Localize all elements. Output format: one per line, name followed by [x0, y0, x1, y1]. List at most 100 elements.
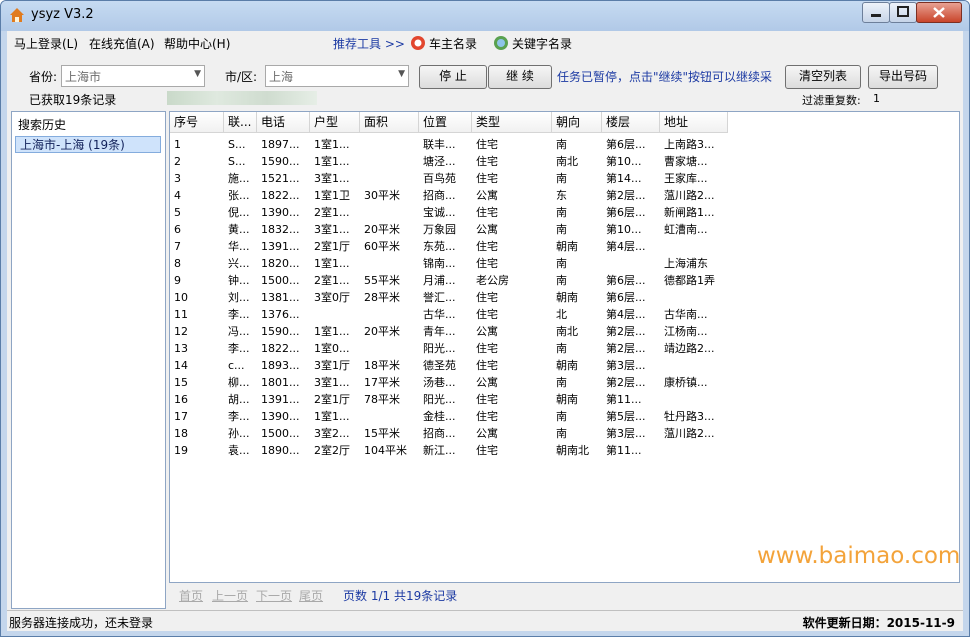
cell-type: 公寓 [476, 427, 498, 440]
cell-type: 公寓 [476, 223, 498, 236]
district-label: 市/区: [225, 70, 258, 84]
header-col-contact[interactable]: 联... [224, 112, 257, 133]
cell-phone: 1801... [261, 376, 300, 389]
cell-type: 老公房 [476, 274, 509, 287]
export-numbers-button[interactable]: 导出号码 [868, 65, 938, 89]
cell-address [660, 442, 728, 459]
menu-login[interactable]: 马上登录(L) [14, 35, 78, 52]
header-col-type[interactable]: 类型 [472, 112, 552, 133]
header-col-index[interactable]: 序号 [170, 112, 224, 133]
continue-button[interactable]: 继 续 [488, 65, 552, 89]
cell-layout: 1室1... [314, 410, 350, 423]
car-owner-directory-link[interactable]: 车主名录 [429, 35, 477, 52]
cell-floor: 第2层... [606, 325, 646, 338]
dedupe-count: 1 [873, 92, 880, 105]
cell-address: 上海浦东 [664, 257, 708, 270]
cell-orientation: 朝南 [556, 291, 578, 304]
connection-status: 服务器连接成功，还未登录 [9, 616, 154, 630]
cell-address: 靖边路2... [664, 342, 715, 355]
province-value: 上海市 [65, 70, 102, 84]
cell-orientation: 东 [556, 189, 567, 202]
cell-location: 塘泾... [423, 155, 456, 168]
title-bar[interactable]: ysyz V3.2 [1, 1, 969, 31]
cell-area: 78平米 [364, 393, 400, 406]
cell-contact: S... [228, 155, 246, 168]
cell-type: 公寓 [476, 376, 498, 389]
cell-phone: 1590... [261, 325, 300, 338]
cell-index: 2 [174, 155, 181, 168]
cell-phone: 1897... [261, 138, 300, 151]
cell-contact: c... [228, 359, 245, 372]
cell-type: 住宅 [476, 444, 498, 457]
cell-orientation: 南北 [556, 325, 578, 338]
cell-layout: 3室2... [314, 427, 350, 440]
cell-index: 14 [174, 359, 188, 372]
header-col-layout[interactable]: 户型 [310, 112, 360, 133]
cell-layout: 1室1... [314, 138, 350, 151]
status-bar: 服务器连接成功，还未登录 软件更新日期：2015-11-9 [7, 610, 963, 631]
district-select[interactable]: 上海 ▼ [265, 65, 409, 87]
menu-recharge[interactable]: 在线充值(A) [89, 35, 155, 52]
first-page-link[interactable]: 首页 [179, 587, 203, 604]
keyword-globe-icon [494, 36, 508, 50]
cell-contact: 胡... [228, 393, 250, 406]
header-col-location[interactable]: 位置 [419, 112, 472, 133]
cell-contact: 柳... [228, 376, 250, 389]
clear-list-button[interactable]: 清空列表 [785, 65, 861, 89]
cell-index: 9 [174, 274, 181, 287]
cell-location: 新江... [423, 444, 456, 457]
cell-phone: 1391... [261, 240, 300, 253]
prev-page-link[interactable]: 上一页 [212, 587, 248, 604]
cell-location: 招商... [423, 189, 456, 202]
cell-index: 13 [174, 342, 188, 355]
menu-help[interactable]: 帮助中心(H) [164, 35, 230, 52]
province-select[interactable]: 上海市 ▼ [61, 65, 205, 87]
cell-type: 住宅 [476, 206, 498, 219]
header-col-phone[interactable]: 电话 [257, 112, 310, 133]
cell-index: 8 [174, 257, 181, 270]
cell-area: 20平米 [364, 223, 400, 236]
cell-phone: 1500... [261, 274, 300, 287]
keyword-directory-link[interactable]: 关键字名录 [512, 35, 572, 52]
header-col-area[interactable]: 面积 [360, 112, 419, 133]
cell-phone: 1590... [261, 155, 300, 168]
cell-contact: S... [228, 138, 246, 151]
cell-type: 住宅 [476, 308, 498, 321]
header-col-floor[interactable]: 楼层 [602, 112, 660, 133]
cell-phone: 1391... [261, 393, 300, 406]
cell-area: 15平米 [364, 427, 400, 440]
cell-layout: 2室1厅 [314, 240, 350, 253]
cell-contact: 孙... [228, 427, 250, 440]
chevron-down-icon: ▼ [398, 69, 405, 79]
cell-layout: 2室1厅 [314, 393, 350, 406]
next-page-link[interactable]: 下一页 [256, 587, 292, 604]
cell-orientation: 朝南 [556, 240, 578, 253]
header-col-address[interactable]: 地址 [660, 112, 728, 133]
cell-orientation: 朝南北 [556, 444, 589, 457]
cell-index: 11 [174, 308, 188, 321]
cell-index: 17 [174, 410, 188, 423]
minimize-button[interactable] [862, 2, 890, 23]
header-col-orientation[interactable]: 朝向 [552, 112, 602, 133]
cell-orientation: 南 [556, 206, 567, 219]
maximize-button[interactable] [889, 2, 917, 23]
cell-layout: 3室1厅 [314, 359, 350, 372]
car-owner-icon [411, 36, 425, 50]
history-item[interactable]: 上海市-上海 (19条) [15, 136, 161, 153]
cell-phone: 1500... [261, 427, 300, 440]
cell-location: 青年... [423, 325, 456, 338]
cell-orientation: 南 [556, 410, 567, 423]
stop-button[interactable]: 停 止 [419, 65, 487, 89]
last-page-link[interactable]: 尾页 [299, 587, 323, 604]
cell-phone: 1822... [261, 189, 300, 202]
cell-layout: 1室1... [314, 257, 350, 270]
cell-address: 蕰川路2... [664, 189, 715, 202]
cell-area: 104平米 [364, 444, 407, 457]
cell-contact: 刘... [228, 291, 250, 304]
cell-index: 18 [174, 427, 188, 440]
cell-phone: 1381... [261, 291, 300, 304]
cell-area: 20平米 [364, 325, 400, 338]
cell-address: 曹家塘... [664, 155, 708, 168]
close-button[interactable] [916, 2, 962, 23]
cell-floor: 第2层... [606, 342, 646, 355]
